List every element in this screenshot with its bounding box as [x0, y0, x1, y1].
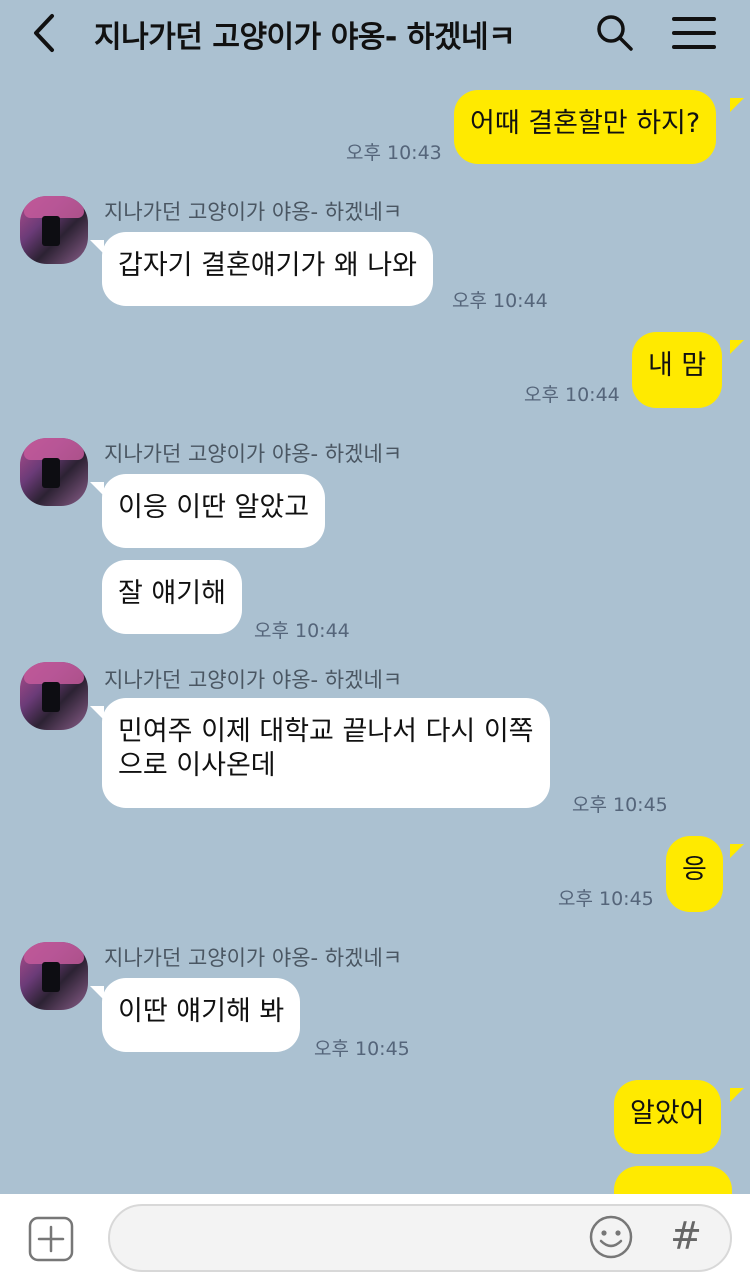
message-bubble[interactable]: 내 맘 [632, 332, 723, 408]
chat-header: 지나가던 고양이가 야옹- 하겠네ㅋ [0, 0, 750, 70]
search-icon [597, 15, 633, 51]
back-button[interactable] [18, 8, 68, 58]
chat-title: 지나가던 고양이가 야옹- 하겠네ㅋ [94, 20, 516, 55]
emoji-button[interactable] [588, 1214, 634, 1260]
sender-name: 지나가던 고양이가 야옹- 하겠네ㅋ [104, 668, 403, 692]
bubble-tail [90, 986, 104, 1000]
message-bubble[interactable]: 이응 이딴 알았고 [102, 474, 326, 548]
avatar[interactable] [20, 438, 88, 506]
chevron-left-icon [34, 14, 54, 52]
avatar[interactable] [20, 662, 88, 730]
message-bubble[interactable]: 민여주 이제 대학교 끝나서 다시 이쪽 으로 이사온데 [102, 698, 550, 808]
plus-square-icon [28, 1216, 74, 1262]
bubble-tail [730, 340, 744, 354]
menu-button[interactable] [668, 8, 720, 58]
bubble-tail [730, 1088, 744, 1102]
bubble-tail [730, 98, 744, 112]
hashtag-button[interactable]: # [666, 1210, 706, 1262]
message-text-line-1: 민여주 이제 대학교 끝나서 다시 이쪽 [118, 716, 534, 747]
message-bubble[interactable]: 갑자기 결혼얘기가 왜 나와 [102, 232, 433, 306]
message-time: 오후 10:43 [346, 142, 442, 164]
message-time: 오후 10:44 [452, 290, 548, 312]
message-text: 내 맘 [648, 350, 707, 381]
message-time: 오후 10:44 [524, 384, 620, 406]
message-time: 오후 10:44 [254, 620, 350, 642]
message-bubble[interactable]: 응 [666, 836, 723, 912]
message-bubble[interactable]: 이딴 얘기해 봐 [102, 978, 301, 1052]
hamburger-menu-icon [672, 17, 716, 49]
message-time: 오후 10:45 [558, 888, 654, 910]
message-time: 오후 10:45 [572, 794, 668, 816]
avatar[interactable] [20, 942, 88, 1010]
message-bubble[interactable]: 잘 얘기해 [102, 560, 242, 634]
message-time: 오후 10:45 [314, 1038, 410, 1060]
message-text: 이딴 얘기해 봐 [118, 996, 285, 1027]
message-text-line-2: 으로 이사온데 [118, 750, 276, 781]
message-text: 잘 얘기해 [118, 578, 226, 609]
message-text: 어때 결혼할만 하지? [470, 108, 701, 139]
message-bubble[interactable]: 알았어 [614, 1080, 721, 1154]
smiley-icon [589, 1215, 633, 1259]
bubble-tail [90, 240, 104, 254]
attach-button[interactable] [28, 1216, 74, 1262]
message-text: 갑자기 결혼얘기가 왜 나와 [118, 250, 417, 281]
message-text: 이응 이딴 알았고 [118, 492, 310, 523]
search-button[interactable] [590, 8, 640, 58]
bubble-tail [90, 706, 104, 720]
message-input-bar: # [0, 1194, 750, 1280]
avatar[interactable] [20, 196, 88, 264]
message-input[interactable] [108, 1204, 732, 1272]
sender-name: 지나가던 고양이가 야옹- 하겠네ㅋ [104, 442, 403, 466]
message-bubble[interactable]: 어때 결혼할만 하지? [454, 90, 717, 164]
sender-name: 지나가던 고양이가 야옹- 하겠네ㅋ [104, 946, 403, 970]
message-text: 응 [682, 854, 707, 885]
bubble-tail [730, 844, 744, 858]
message-text: 알았어 [630, 1098, 705, 1129]
bubble-tail [90, 482, 104, 496]
sender-name: 지나가던 고양이가 야옹- 하겠네ㅋ [104, 200, 403, 224]
